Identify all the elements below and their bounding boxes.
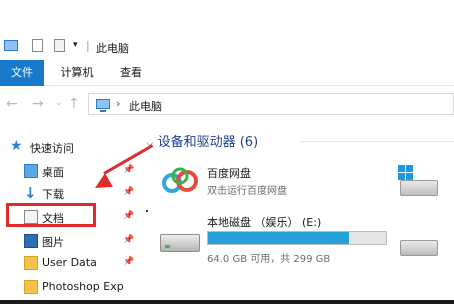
tab-computer[interactable]: 计算机: [52, 60, 102, 86]
chevron-down-icon[interactable]: ⌵: [146, 138, 154, 149]
sidebar-item-photoshop[interactable]: Photoshop Exp: [0, 276, 140, 298]
section-header-devices[interactable]: ⌵ 设备和驱动器 (6): [146, 131, 258, 150]
pin-icon[interactable]: 📌: [123, 165, 134, 175]
sidebar-item-label: 桌面: [42, 166, 64, 179]
tab-view[interactable]: 查看: [108, 60, 154, 86]
address-row: ← → ⌄ ↑ › 此电脑: [0, 86, 454, 122]
ribbon: 文件 计算机 查看: [0, 60, 454, 86]
forward-icon[interactable]: →: [32, 96, 44, 112]
section-divider: [300, 141, 454, 142]
folder-icon: [24, 256, 38, 270]
pin-icon[interactable]: 📌: [123, 257, 134, 267]
folder-icon: [24, 280, 38, 294]
breadcrumb-separator[interactable]: ›: [116, 97, 120, 110]
window-bottom-border: [0, 300, 454, 304]
up-icon[interactable]: ↑: [68, 96, 80, 112]
title-bar: ▾ | 此电脑: [0, 36, 454, 60]
separator: |: [86, 39, 90, 52]
sidebar-item-label: 下载: [42, 188, 64, 201]
sidebar-item-label: 图片: [42, 236, 64, 249]
sidebar-item-quick-access[interactable]: ★ 快速访问: [0, 136, 140, 158]
tab-file[interactable]: 文件: [0, 60, 44, 86]
star-icon: ★: [10, 138, 23, 154]
sidebar-item-label: User Data: [42, 256, 97, 269]
pin-icon[interactable]: 📌: [123, 235, 134, 245]
disk-usage-fill: [208, 232, 349, 244]
doc-icon[interactable]: [54, 39, 65, 52]
pc-icon[interactable]: [4, 40, 18, 51]
sidebar-item-user-data[interactable]: User Data 📌: [0, 252, 140, 274]
windows-logo-icon: [398, 165, 414, 181]
device-subtitle: 双击运行百度网盘: [207, 186, 287, 197]
window-title: 此电脑: [96, 42, 129, 55]
device-subtitle: 64.0 GB 可用，共 299 GB: [207, 254, 331, 265]
highlight-box: [6, 203, 96, 227]
device-name: 本地磁盘 （娱乐） (E:): [207, 216, 322, 229]
sidebar-item-label: 快速访问: [30, 142, 74, 155]
recent-dropdown-icon[interactable]: ⌄: [55, 98, 63, 108]
breadcrumb-this-pc[interactable]: 此电脑: [129, 98, 162, 114]
sidebar-item-label: Photoshop Exp: [42, 280, 124, 293]
hard-disk-icon[interactable]: [400, 240, 438, 256]
sidebar-item-pictures[interactable]: 图片 📌: [0, 230, 140, 252]
stray-mark: [146, 210, 148, 212]
back-icon[interactable]: ←: [6, 96, 18, 112]
device-name: 百度网盘: [207, 167, 251, 180]
check-icon[interactable]: [32, 39, 43, 52]
desktop-icon: [24, 164, 38, 178]
address-bar[interactable]: › 此电脑: [88, 93, 454, 115]
baidu-cloud-icon: [162, 167, 198, 193]
section-title: 设备和驱动器 (6): [157, 135, 259, 150]
disk-usage-bar: [207, 231, 387, 245]
sidebar-item-downloads[interactable]: ↓ 下载 📌: [0, 182, 140, 204]
hard-disk-icon[interactable]: [400, 180, 438, 196]
dropdown-icon[interactable]: ▾: [73, 40, 78, 50]
pictures-icon: [24, 234, 38, 248]
download-icon: ↓: [24, 184, 37, 202]
pin-icon[interactable]: 📌: [123, 211, 134, 221]
computer-icon: [96, 99, 110, 112]
pin-icon[interactable]: 📌: [123, 187, 134, 197]
hard-disk-icon: [160, 234, 200, 252]
